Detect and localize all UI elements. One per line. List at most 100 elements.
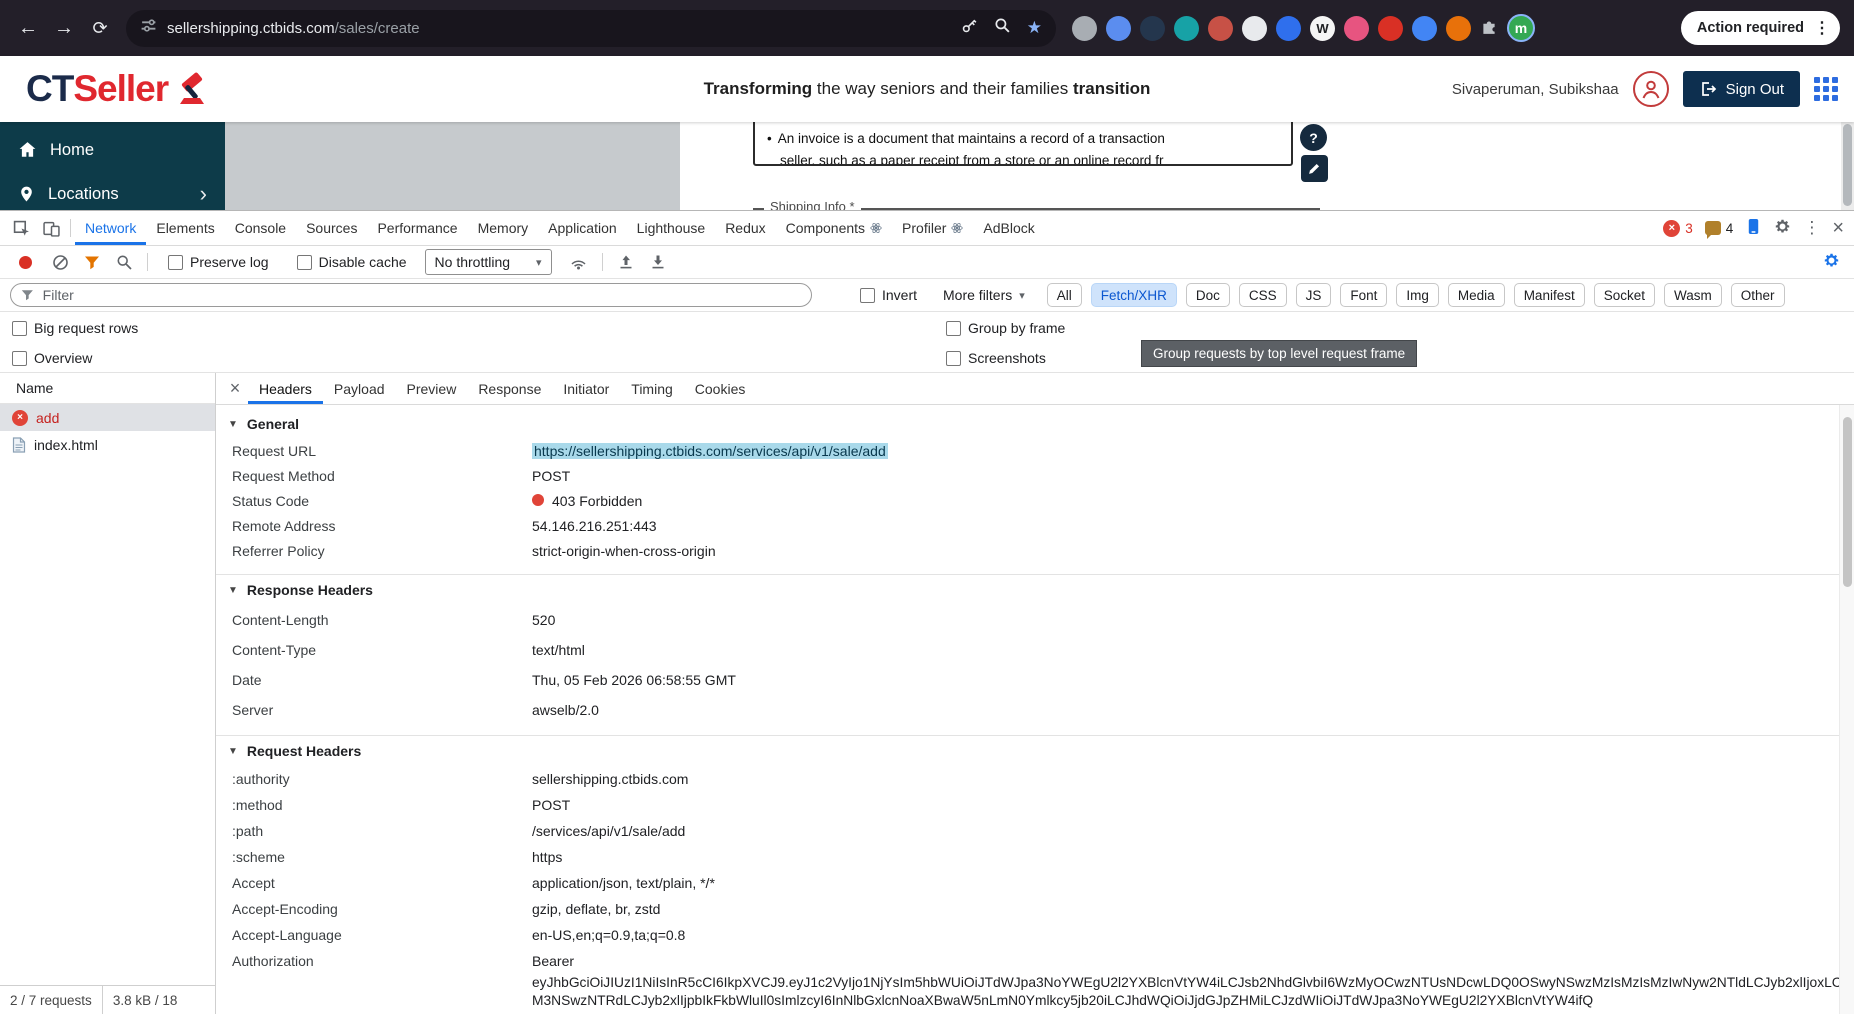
disable-cache-checkbox[interactable]: Disable cache — [296, 254, 407, 270]
console-errors-badge[interactable]: × 3 — [1663, 219, 1693, 237]
invoice-description-field[interactable]: • An invoice is a document that maintains… — [753, 122, 1293, 166]
export-har-icon[interactable] — [645, 249, 671, 275]
puzzle-icon[interactable] — [1480, 17, 1498, 40]
browser-menu-icon[interactable]: ⋮ — [1814, 18, 1830, 38]
edit-button[interactable] — [1301, 155, 1328, 182]
screenshots-checkbox[interactable]: Screenshots — [946, 350, 1046, 366]
detail-tab-cookies[interactable]: Cookies — [684, 373, 757, 404]
passkey-icon[interactable] — [961, 17, 978, 39]
tune-icon[interactable] — [140, 17, 157, 39]
filter-chip-font[interactable]: Font — [1340, 283, 1388, 307]
bookmark-star-icon[interactable]: ★ — [1027, 18, 1042, 38]
filter-chip-css[interactable]: CSS — [1238, 283, 1287, 307]
devtools-menu-icon[interactable]: ⋮ — [1803, 218, 1820, 238]
sidebar-item-locations[interactable]: Locations › — [0, 172, 225, 210]
url-text[interactable]: sellershipping.ctbids.com/sales/create — [167, 20, 420, 37]
tab-console[interactable]: Console — [225, 211, 296, 245]
reload-icon[interactable]: ⟳ — [82, 10, 118, 46]
profile-avatar[interactable]: m — [1507, 14, 1535, 42]
extension-icon[interactable] — [1174, 15, 1199, 41]
extension-icon[interactable] — [1106, 15, 1131, 41]
section-general-title[interactable]: ▼ General — [216, 409, 1839, 439]
network-settings-gear-icon[interactable] — [1823, 252, 1840, 272]
zoom-icon[interactable] — [994, 17, 1011, 39]
detail-tab-headers[interactable]: Headers — [248, 373, 323, 404]
tab-adblock[interactable]: AdBlock — [973, 211, 1044, 245]
filter-chip-doc[interactable]: Doc — [1185, 283, 1230, 307]
tab-components[interactable]: Components — [776, 211, 892, 245]
preserve-log-checkbox[interactable]: Preserve log — [168, 254, 269, 270]
filter-chip-fetch-xhr[interactable]: Fetch/XHR — [1090, 283, 1177, 307]
filter-chip-all[interactable]: All — [1046, 283, 1082, 307]
tab-redux[interactable]: Redux — [715, 211, 775, 245]
tab-application[interactable]: Application — [538, 211, 627, 245]
extension-icon[interactable] — [1378, 15, 1403, 41]
detail-tab-response[interactable]: Response — [467, 373, 552, 404]
apps-grid-icon[interactable] — [1814, 77, 1838, 101]
detail-tab-initiator[interactable]: Initiator — [552, 373, 620, 404]
big-request-rows-checkbox[interactable]: Big request rows — [12, 320, 138, 336]
address-bar[interactable]: sellershipping.ctbids.com/sales/create ★ — [126, 9, 1056, 47]
extension-icon-w[interactable]: W — [1310, 15, 1335, 41]
tab-profiler[interactable]: Profiler — [892, 211, 973, 245]
user-avatar-icon[interactable] — [1632, 71, 1669, 107]
sidebar-item-home[interactable]: Home — [0, 128, 225, 172]
inspect-element-icon[interactable] — [6, 213, 36, 243]
request-row-index[interactable]: index.html — [0, 431, 215, 458]
import-har-icon[interactable] — [613, 249, 639, 275]
tab-sources[interactable]: Sources — [296, 211, 367, 245]
action-required-button[interactable]: Action required ⋮ — [1680, 11, 1840, 45]
request-row-add[interactable]: × add — [0, 404, 215, 431]
request-url-value[interactable]: https://sellershipping.ctbids.com/servic… — [532, 443, 888, 459]
filter-chip-wasm[interactable]: Wasm — [1664, 283, 1722, 307]
throttling-select[interactable]: No throttling ▾ — [424, 249, 552, 275]
network-filter-input[interactable] — [10, 283, 812, 307]
extension-icon[interactable] — [1242, 15, 1267, 41]
record-button[interactable] — [19, 255, 32, 269]
network-conditions-icon[interactable] — [566, 249, 592, 275]
overview-checkbox[interactable]: Overview — [12, 350, 92, 366]
request-list-header[interactable]: Name — [0, 373, 215, 404]
invert-checkbox[interactable]: Invert — [860, 287, 917, 303]
tab-elements[interactable]: Elements — [146, 211, 224, 245]
extension-icon[interactable] — [1276, 15, 1301, 41]
section-response-headers-title[interactable]: ▼ Response Headers — [216, 575, 1839, 605]
tab-lighthouse[interactable]: Lighthouse — [627, 211, 716, 245]
filter-chip-img[interactable]: Img — [1396, 283, 1439, 307]
extension-icon[interactable] — [1072, 15, 1097, 41]
search-icon[interactable] — [111, 249, 137, 275]
tab-network[interactable]: Network — [75, 211, 146, 245]
page-scrollbar[interactable] — [1841, 122, 1854, 210]
help-button[interactable]: ? — [1300, 124, 1327, 151]
filter-funnel-icon[interactable] — [79, 249, 105, 275]
detail-close-icon[interactable]: × — [222, 373, 248, 404]
detail-tab-payload[interactable]: Payload — [323, 373, 396, 404]
blue-device-icon[interactable] — [1745, 218, 1762, 238]
extension-icon[interactable] — [1446, 15, 1471, 41]
device-toolbar-icon[interactable] — [36, 213, 66, 243]
sign-out-button[interactable]: Sign Out — [1682, 71, 1800, 107]
ctseller-logo[interactable]: CT Seller — [26, 68, 212, 110]
forward-icon[interactable]: → — [46, 10, 82, 46]
detail-tab-timing[interactable]: Timing — [620, 373, 684, 404]
filter-chip-other[interactable]: Other — [1730, 283, 1785, 307]
tab-performance[interactable]: Performance — [367, 211, 467, 245]
section-request-headers-title[interactable]: ▼ Request Headers — [216, 736, 1839, 766]
group-by-frame-checkbox[interactable]: Group by frame — [946, 320, 1065, 336]
devtools-settings-gear-icon[interactable] — [1774, 218, 1791, 238]
extension-icon[interactable] — [1140, 15, 1165, 41]
extension-icon[interactable] — [1208, 15, 1233, 41]
filter-chip-socket[interactable]: Socket — [1593, 283, 1655, 307]
devtools-scrollbar[interactable] — [1839, 405, 1854, 1014]
clear-icon[interactable] — [47, 249, 73, 275]
extension-icon[interactable] — [1412, 15, 1437, 41]
extension-icon[interactable] — [1344, 15, 1369, 41]
detail-tab-preview[interactable]: Preview — [396, 373, 468, 404]
tab-memory[interactable]: Memory — [468, 211, 539, 245]
back-icon[interactable]: ← — [10, 10, 46, 46]
filter-chip-media[interactable]: Media — [1447, 283, 1505, 307]
filter-chip-js[interactable]: JS — [1295, 283, 1332, 307]
devtools-close-icon[interactable]: × — [1832, 217, 1844, 240]
issues-badge[interactable]: 4 — [1704, 221, 1733, 239]
more-filters-dropdown[interactable]: More filters ▾ — [943, 287, 1025, 303]
